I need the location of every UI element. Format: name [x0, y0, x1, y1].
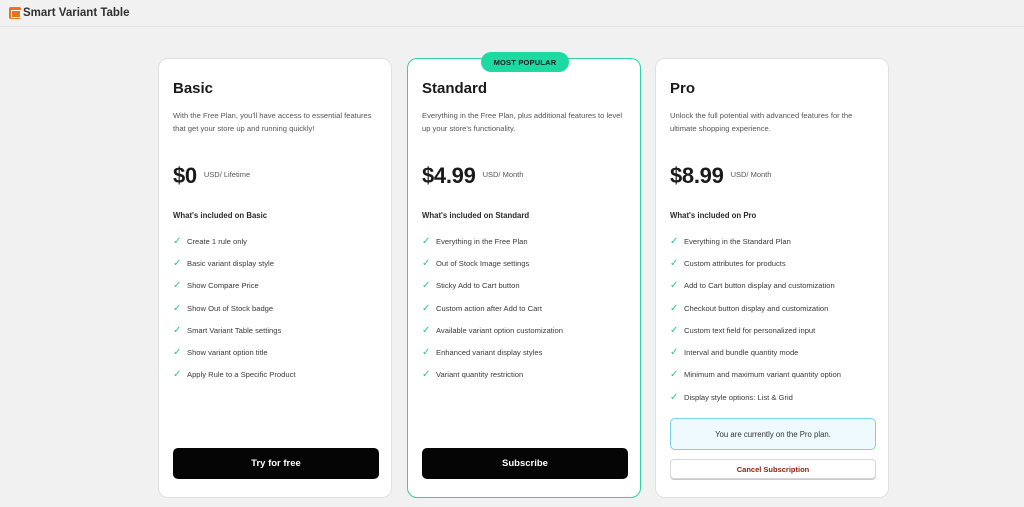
feature-item: ✓ Custom action after Add to Cart: [422, 302, 542, 314]
check-icon: ✓: [422, 324, 431, 336]
plan-period: USD/ Month: [482, 170, 524, 179]
plan-period: USD/ Month: [730, 170, 772, 179]
check-icon: ✓: [173, 347, 182, 359]
feature-item: ✓ Create 1 rule only: [173, 235, 247, 247]
check-icon: ✓: [670, 280, 679, 292]
plan-name: Pro: [670, 80, 696, 97]
feature-list: ✓ Everything in the Standard Plan ✓ Custom…: [670, 230, 841, 408]
feature-item: ✓ Sticky Add to Cart button: [422, 280, 520, 292]
price-row: $4.99 USD/ Month: [422, 163, 523, 189]
feature-item: ✓ Show variant option title: [173, 347, 268, 359]
feature-item: ✓ Custom text field for personalized inpu…: [670, 324, 816, 336]
check-icon: ✓: [173, 257, 182, 269]
plan-name: Standard: [422, 80, 488, 97]
plan-price: $8.99: [670, 163, 724, 188]
check-icon: ✓: [670, 257, 679, 269]
check-icon: ✓: [173, 369, 182, 381]
feature-item: ✓ Show Out of Stock badge: [173, 302, 274, 314]
check-icon: ✓: [422, 302, 431, 314]
feature-item: ✓ Show Compare Price: [173, 280, 259, 292]
plan-card-basic: Basic With the Free Plan, you'll have ac…: [158, 58, 392, 498]
feature-list: ✓ Create 1 rule only ✓ Basic variant displ…: [173, 230, 295, 386]
check-icon: ✓: [670, 369, 679, 381]
feature-list: ✓ Everything in the Free Plan ✓ Out of Sto…: [422, 230, 563, 386]
plan-name: Basic: [173, 80, 214, 97]
most-popular-badge: MOST POPULAR: [481, 52, 569, 72]
feature-item: ✓ Apply Rule to a Specific Product: [173, 369, 296, 381]
plan-description: With the Free Plan, you'll have access t…: [173, 111, 372, 133]
check-icon: ✓: [670, 391, 679, 403]
feature-item: ✓ Display style options: List & Grid: [670, 391, 793, 403]
plan-card-standard: MOST POPULAR Standard Everything in the …: [407, 52, 641, 498]
feature-item: ✓ Custom attributes for products: [670, 257, 786, 269]
plan-description: Everything in the Free Plan, plus additi…: [422, 111, 623, 133]
plan-period: USD/ Lifetime: [203, 170, 251, 179]
check-icon: ✓: [670, 235, 679, 247]
check-icon: ✓: [422, 369, 431, 381]
app-table-icon: [9, 7, 21, 19]
included-title: What's included on Pro: [670, 211, 757, 220]
feature-item: ✓ Minimum and maximum variant quantity op…: [670, 369, 842, 381]
feature-item: ✓ Checkout button display and customizati…: [670, 302, 829, 314]
price-row: $8.99 USD/ Month: [670, 163, 771, 189]
feature-item: ✓ Everything in the Free Plan: [422, 235, 528, 247]
plan-price: $4.99: [422, 163, 476, 188]
check-icon: ✓: [670, 302, 679, 314]
plan-price: $0: [173, 163, 197, 188]
check-icon: ✓: [173, 280, 182, 292]
subscribe-button[interactable]: Subscribe: [422, 448, 628, 479]
feature-item: ✓ Add to Cart button display and customiz…: [670, 280, 835, 292]
check-icon: ✓: [422, 257, 431, 269]
check-icon: ✓: [173, 324, 182, 336]
feature-item: ✓ Variant quantity restriction: [422, 369, 524, 381]
check-icon: ✓: [670, 324, 679, 336]
plan-card-pro: Pro Unlock the full potential with advan…: [655, 58, 889, 498]
feature-item: ✓ Smart Variant Table settings: [173, 324, 282, 336]
price-row: $0 USD/ Lifetime: [173, 163, 250, 189]
app-header: Smart Variant Table: [0, 0, 1024, 27]
check-icon: ✓: [422, 235, 431, 247]
feature-item: ✓ Available variant option customization: [422, 324, 563, 336]
feature-item: ✓ Basic variant display style: [173, 257, 274, 269]
feature-item: ✓ Enhanced variant display styles: [422, 347, 543, 359]
app-title: Smart Variant Table: [23, 7, 130, 19]
included-title: What's included on Basic: [173, 211, 268, 220]
included-title: What's included on Standard: [422, 211, 530, 220]
check-icon: ✓: [173, 302, 182, 314]
feature-item: ✓ Out of Stock Image settings: [422, 257, 530, 269]
try-for-free-button[interactable]: Try for free: [173, 448, 379, 479]
check-icon: ✓: [173, 235, 182, 247]
feature-item: ✓ Interval and bundle quantity mode: [670, 347, 799, 359]
check-icon: ✓: [422, 347, 431, 359]
plan-description: Unlock the full potential with advanced …: [670, 111, 853, 133]
current-plan-notice: You are currently on the Pro plan.: [670, 418, 876, 450]
feature-item: ✓ Everything in the Standard Plan: [670, 235, 791, 247]
check-icon: ✓: [670, 347, 679, 359]
cancel-subscription-button[interactable]: Cancel Subscription: [670, 459, 876, 479]
check-icon: ✓: [422, 280, 431, 292]
